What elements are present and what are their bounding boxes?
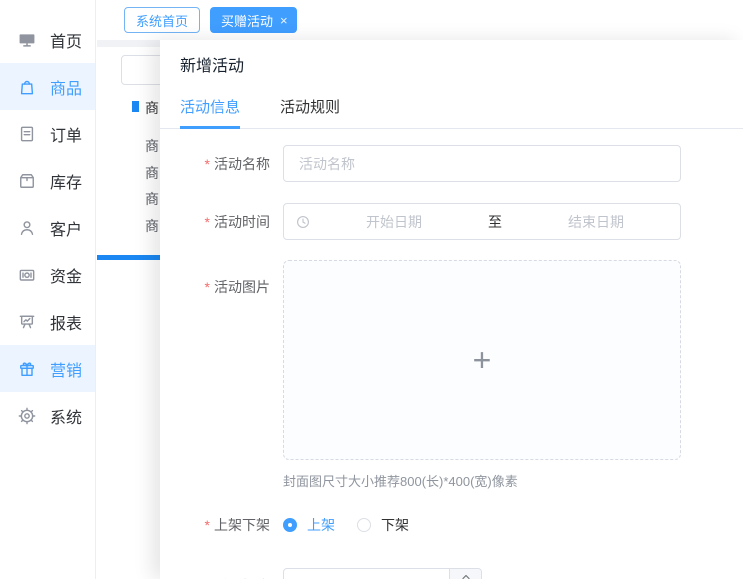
sidebar-item-label: 系统 [50, 409, 83, 427]
radio-on-shelf-label[interactable]: 上架 [307, 515, 335, 535]
radio-off-shelf[interactable] [357, 518, 371, 532]
date-range-separator: 至 [488, 213, 502, 230]
start-date-placeholder[interactable]: 开始日期 [310, 212, 478, 232]
sidebar-item-home[interactable]: 首页 [0, 16, 95, 63]
drawer-tabs: 活动信息 活动规则 [160, 88, 743, 129]
increase-icon[interactable] [450, 569, 481, 579]
sidebar-item-reports[interactable]: 报表 [0, 298, 95, 345]
sidebar-item-label: 商品 [50, 80, 83, 98]
form-row-image: * 活动图片 + 封面图尺寸大小推荐800(长)*400(宽)像素 [160, 260, 723, 490]
home-icon [17, 30, 37, 50]
reports-icon [17, 312, 37, 332]
sidebar-item-label: 资金 [50, 268, 83, 286]
sort-value[interactable]: 0 [284, 569, 449, 579]
sidebar-item-funds[interactable]: 资金 [0, 251, 95, 298]
page-tab-buy-gift-activity[interactable]: 买赠活动 × [210, 7, 297, 33]
sidebar-item-label: 首页 [50, 33, 83, 51]
sidebar-item-system[interactable]: 系统 [0, 392, 95, 439]
goods-icon [17, 77, 37, 97]
date-range-picker[interactable]: 开始日期 至 结束日期 [283, 203, 681, 240]
form-row-name: * 活动名称 [160, 145, 723, 182]
funds-icon [17, 265, 37, 285]
field-label: * 上架下架 [204, 517, 270, 533]
sidebar: 首页 商品 订单 库存 客户 资金 报表 营销 系统 [0, 0, 96, 579]
activity-form: *活动名称 *活动时间 开始日期 至 [160, 145, 743, 579]
radio-on-shelf[interactable] [283, 518, 297, 532]
form-row-time: * 活动时间 开始日期 至 结束日期 [160, 203, 723, 240]
marketing-icon [17, 359, 37, 379]
form-row-shelf: * 上架下架 上架 下架 [160, 515, 723, 535]
field-label: * 活动名称 [204, 155, 270, 172]
sidebar-item-label: 营销 [50, 362, 83, 380]
sidebar-item-goods[interactable]: 商品 [0, 63, 95, 110]
sidebar-item-customers[interactable]: 客户 [0, 204, 95, 251]
required-mark: * [204, 213, 210, 230]
clock-icon [296, 215, 310, 229]
tab-activity-rules[interactable]: 活动规则 [280, 88, 340, 128]
page-tabs-bar: 系统首页 买赠活动 × [97, 0, 743, 40]
tab-activity-info[interactable]: 活动信息 [180, 88, 241, 129]
end-date-placeholder[interactable]: 结束日期 [512, 212, 680, 232]
inventory-icon [17, 171, 37, 191]
required-mark: * [204, 279, 210, 295]
field-label: * 活动时间 [204, 213, 270, 230]
image-size-hint: 封面图尺寸大小推荐800(长)*400(宽)像素 [283, 474, 518, 489]
form-row-sort: *活动排序 0 [160, 568, 723, 579]
field-label: * 活动图片 [204, 279, 270, 295]
sidebar-item-label: 客户 [50, 221, 83, 239]
system-icon [17, 406, 37, 426]
sort-number-input[interactable]: 0 [283, 568, 482, 579]
customers-icon [17, 218, 37, 238]
plus-icon: + [472, 342, 492, 378]
image-upload-dropzone[interactable]: + [283, 260, 681, 460]
page-tab-label: 买赠活动 [221, 13, 274, 29]
new-activity-drawer: 新增活动 活动信息 活动规则 *活动名称 *活动时间 [160, 40, 743, 579]
sidebar-item-label: 报表 [50, 315, 83, 333]
sidebar-item-marketing[interactable]: 营销 [0, 345, 95, 392]
sidebar-item-orders[interactable]: 订单 [0, 110, 95, 157]
section-marker [132, 101, 139, 112]
page-tab-label: 系统首页 [136, 13, 189, 29]
activity-name-input[interactable] [283, 145, 681, 182]
close-icon[interactable]: × [280, 14, 288, 27]
sidebar-item-inventory[interactable]: 库存 [0, 157, 95, 204]
page-tab-system-home[interactable]: 系统首页 [124, 7, 201, 33]
number-stepper [449, 569, 481, 579]
sidebar-item-label: 库存 [50, 174, 83, 192]
app-window: 首页 商品 订单 库存 客户 资金 报表 营销 系统 系统首页 买赠活动 × 商… [0, 0, 743, 579]
required-mark: * [204, 155, 210, 172]
sidebar-item-label: 订单 [50, 127, 83, 145]
drawer-title: 新增活动 [180, 58, 245, 75]
orders-icon [17, 124, 37, 144]
required-mark: * [204, 517, 210, 533]
radio-off-shelf-label[interactable]: 下架 [381, 515, 409, 535]
